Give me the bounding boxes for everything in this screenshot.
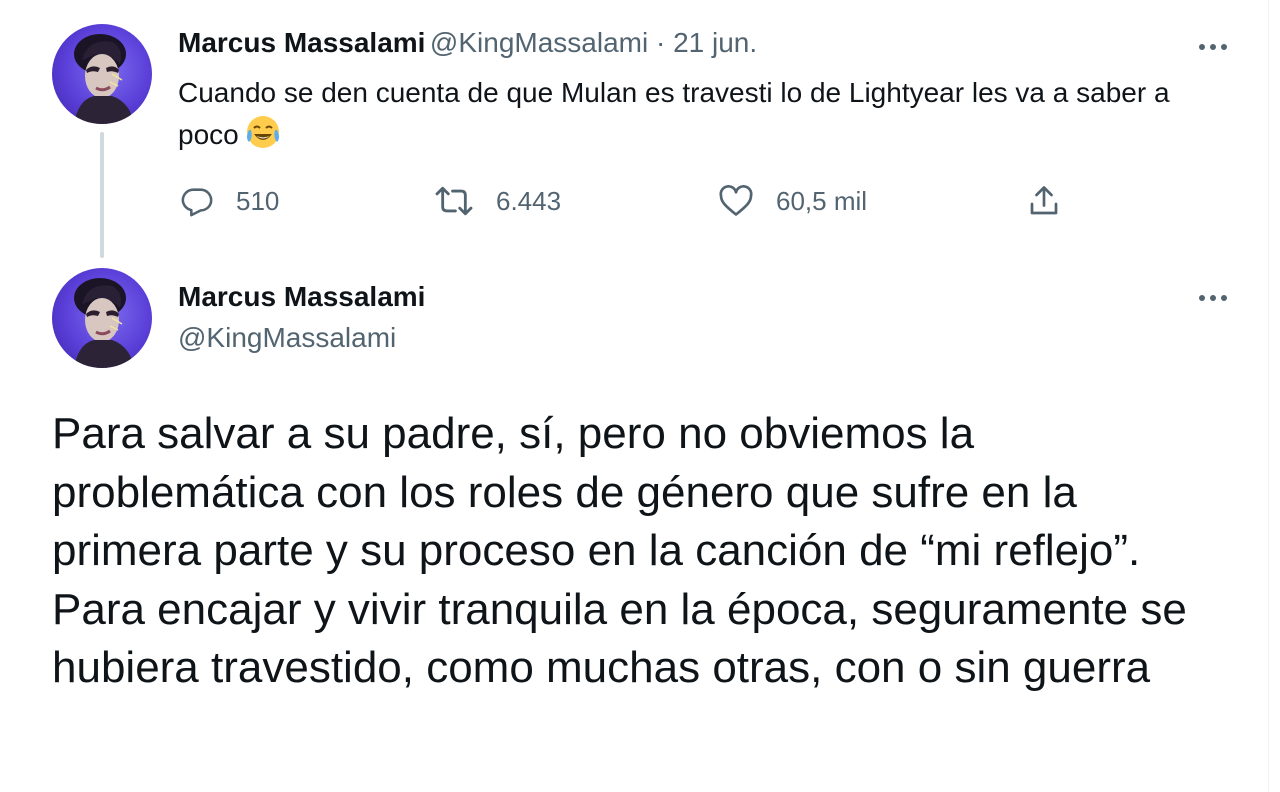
like-button[interactable]: 60,5 mil bbox=[718, 181, 867, 221]
avatar[interactable] bbox=[52, 268, 152, 368]
share-button[interactable] bbox=[1026, 181, 1062, 221]
avatar[interactable] bbox=[52, 24, 152, 124]
tweet-date[interactable]: 21 jun. bbox=[673, 27, 757, 58]
more-options-icon[interactable] bbox=[1197, 36, 1231, 56]
like-icon bbox=[719, 185, 753, 216]
tweet-header: Marcus Massalami @KingMassalami · 21 jun… bbox=[178, 27, 757, 59]
separator: · bbox=[648, 27, 674, 58]
retweet-icon bbox=[435, 186, 473, 216]
author-handle[interactable]: @KingMassalami bbox=[430, 27, 648, 58]
tweet-text: Para salvar a su padre, sí, pero no obvi… bbox=[52, 409, 1187, 692]
reply-icon bbox=[181, 188, 213, 217]
tweet-text-content: Cuando se den cuenta de que Mulan es tra… bbox=[178, 77, 1170, 150]
retweet-button[interactable]: 6.443 bbox=[434, 181, 561, 221]
author-handle[interactable]: @KingMassalami bbox=[178, 322, 396, 354]
reply-count: 510 bbox=[236, 185, 280, 216]
tweet-text: Cuando se den cuenta de que Mulan es tra… bbox=[178, 72, 1188, 162]
thread-line bbox=[100, 132, 104, 258]
author-name[interactable]: Marcus Massalami bbox=[178, 27, 425, 58]
column-border bbox=[1268, 0, 1269, 792]
more-options-icon[interactable] bbox=[1197, 287, 1231, 307]
like-count: 60,5 mil bbox=[776, 185, 868, 216]
retweet-count: 6.443 bbox=[496, 185, 562, 216]
face-with-tears-of-joy-icon bbox=[245, 114, 281, 162]
reply-button[interactable]: 510 bbox=[180, 181, 279, 221]
share-icon bbox=[1030, 186, 1058, 215]
author-name[interactable]: Marcus Massalami bbox=[178, 281, 425, 313]
